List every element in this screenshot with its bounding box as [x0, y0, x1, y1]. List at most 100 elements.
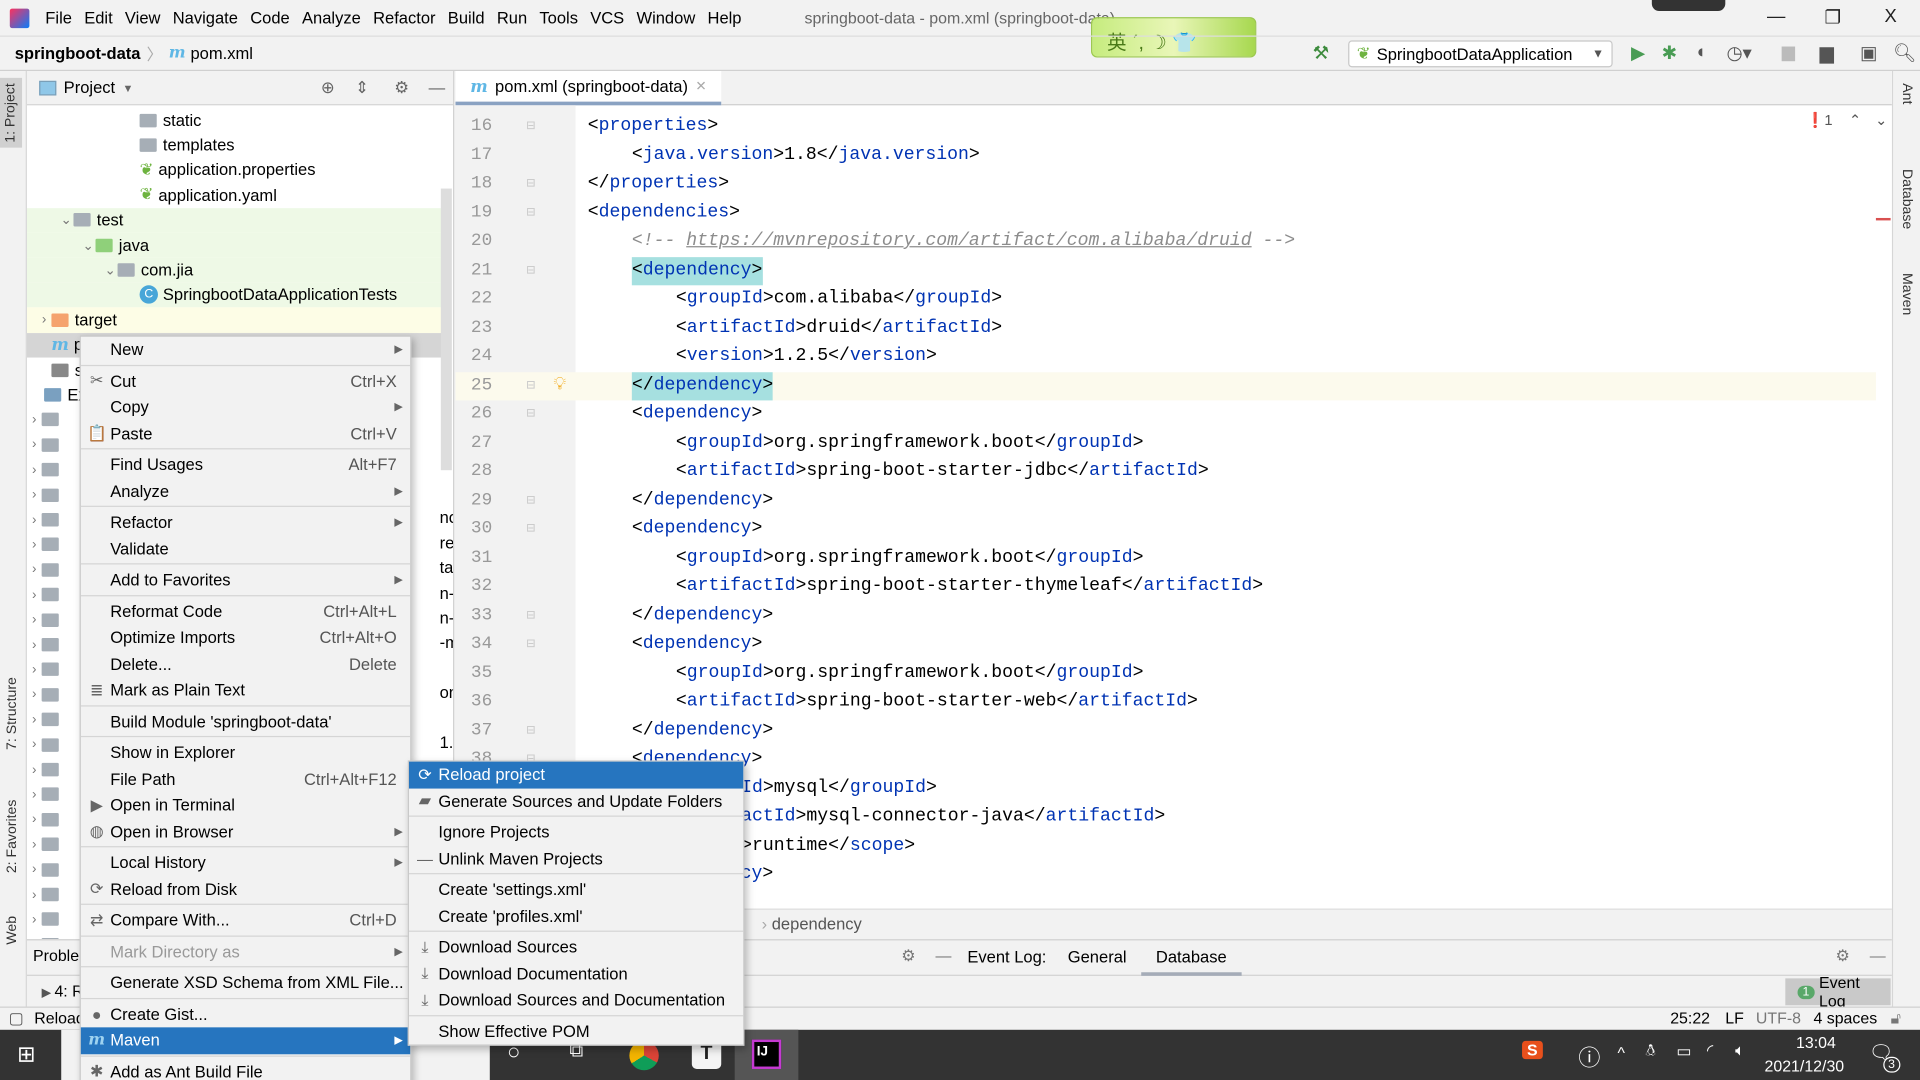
fold-marker-icon[interactable]: ⊟ — [527, 631, 536, 660]
chevron-right-icon[interactable]: › — [37, 313, 52, 328]
fold-marker-icon[interactable]: ⊟ — [527, 602, 536, 631]
profile-icon[interactable]: ◷▾ — [1727, 42, 1752, 64]
chevron-right-icon[interactable]: › — [27, 563, 42, 578]
fold-marker-icon[interactable]: ⊟ — [527, 487, 536, 516]
terminal-window-icon[interactable]: ▣ — [1860, 42, 1877, 64]
status-toggle-icon[interactable]: ▢ — [9, 1009, 24, 1029]
chevron-right-icon[interactable]: › — [27, 712, 42, 727]
hide-icon[interactable]: — — [936, 947, 952, 965]
favorites-tool-button[interactable]: 2: Favorites — [5, 800, 20, 874]
menu-item-cut[interactable]: ✂ Cut Ctrl+X — [81, 368, 410, 394]
menu-item-download-sources[interactable]: ⤓ Download Sources — [409, 934, 743, 960]
code-line[interactable]: 28 <artifactId>spring-boot-starter-jdbc</… — [456, 458, 1876, 487]
chevron-right-icon[interactable]: › — [27, 787, 42, 802]
menu-item-add-to-favorites[interactable]: Add to Favorites ▶ — [81, 567, 410, 593]
intention-bulb-icon[interactable]: 💡︎ — [553, 372, 566, 401]
menu-item-compare-with[interactable]: ⇄ Compare With... Ctrl+D — [81, 907, 410, 933]
menu-item-mark-as-plain-text[interactable]: ≣ Mark as Plain Text — [81, 677, 410, 703]
chevron-right-icon[interactable]: › — [27, 637, 42, 652]
menu-item-ignore-projects[interactable]: Ignore Projects — [409, 819, 743, 845]
menu-item-download-sources-and-documentation[interactable]: ⤓ Download Sources and Documentation — [409, 987, 743, 1013]
locate-icon[interactable]: ⊕ — [321, 78, 335, 98]
chevron-right-icon[interactable]: › — [27, 612, 42, 627]
qq-icon[interactable]: 🐧︎ — [1646, 1041, 1656, 1062]
chevron-right-icon[interactable]: › — [27, 912, 42, 927]
menu-item-validate[interactable]: Validate — [81, 536, 410, 562]
database-tool-button[interactable]: Database — [1899, 169, 1914, 229]
fold-marker-icon[interactable]: ⊟ — [527, 113, 536, 142]
menu-build[interactable]: Build — [442, 9, 491, 27]
fold-marker-icon[interactable]: ⊟ — [527, 170, 536, 199]
minimize-button[interactable]: — — [1767, 6, 1785, 27]
hide-icon[interactable]: — — [1870, 947, 1886, 965]
structure-tool-button[interactable]: 7: Structure — [5, 677, 20, 750]
breadcrumb-file[interactable]: pom.xml — [190, 44, 252, 62]
tree-item[interactable]: ❦ application.yaml — [27, 183, 443, 208]
code-line[interactable]: 17 <java.version>1.8</java.version> — [456, 141, 1876, 170]
menu-view[interactable]: View — [119, 9, 167, 27]
chevron-right-icon[interactable]: › — [27, 413, 42, 428]
chevron-right-icon[interactable]: › — [27, 812, 42, 827]
menu-item-reformat-code[interactable]: Reformat Code Ctrl+Alt+L — [81, 598, 410, 624]
menu-item-local-history[interactable]: Local History ▶ — [81, 850, 410, 876]
chevron-right-icon[interactable]: › — [27, 762, 42, 777]
menu-item-show-in-explorer[interactable]: Show in Explorer — [81, 740, 410, 766]
menu-item-download-documentation[interactable]: ⤓ Download Documentation — [409, 961, 743, 987]
tree-item[interactable]: ⌄ test — [26, 207, 444, 233]
restore-button[interactable]: ❐ — [1824, 6, 1840, 28]
coverage-icon[interactable]: ◖ — [1695, 42, 1706, 63]
code-line[interactable]: 25 ⊟ 💡︎ </dependency> — [455, 371, 1876, 401]
code-line[interactable]: 20 <!-- https://mvnrepository.com/artifac… — [456, 228, 1876, 257]
close-tab-icon[interactable]: ✕ — [695, 78, 706, 95]
debug-icon[interactable]: ✱ — [1662, 42, 1677, 64]
next-highlight-icon[interactable]: ⌄ — [1875, 111, 1887, 128]
maven-tool-button[interactable]: Maven — [1899, 273, 1914, 315]
menu-window[interactable]: Window — [630, 9, 701, 27]
tree-item[interactable]: static — [27, 108, 443, 133]
menu-item-unlink-maven-projects[interactable]: — Unlink Maven Projects — [409, 846, 743, 872]
code-line[interactable]: 30 ⊟ <dependency> — [456, 516, 1876, 545]
indent-setting[interactable]: 4 spaces — [1813, 1009, 1877, 1027]
menu-item-add-as-ant-build-file[interactable]: ✱ Add as Ant Build File — [81, 1059, 410, 1080]
event-log-button[interactable]: 1 Event Log — [1785, 973, 1891, 1010]
show-hidden-icons-icon[interactable]: ^ — [1618, 1043, 1625, 1061]
fold-marker-icon[interactable]: ⊟ — [527, 400, 536, 429]
menu-item-copy[interactable]: Copy ▶ — [81, 394, 410, 420]
menu-item-analyze[interactable]: Analyze ▶ — [81, 478, 410, 504]
code-line[interactable]: 31 <groupId>org.springframework.boot</gro… — [456, 544, 1876, 573]
code-line[interactable]: 36 <artifactId>spring-boot-starter-web</a… — [456, 688, 1876, 717]
ant-tool-button[interactable]: Ant — [1899, 83, 1914, 104]
menu-tools[interactable]: Tools — [533, 9, 584, 27]
tree-item[interactable]: ⌄ com.jia — [26, 257, 444, 283]
code-line[interactable]: 27 <groupId>org.springframework.boot</gro… — [456, 429, 1876, 458]
menu-item-paste[interactable]: 📋 Paste Ctrl+V — [81, 421, 410, 447]
menu-item-optimize-imports[interactable]: Optimize Imports Ctrl+Alt+O — [81, 624, 410, 650]
inspection-widget[interactable]: ❗1 ⌃ ⌄ — [1806, 111, 1887, 128]
menu-vcs[interactable]: VCS — [584, 9, 630, 27]
chevron-down-icon[interactable]: ⌄ — [103, 262, 118, 278]
chevron-right-icon[interactable]: › — [27, 662, 42, 677]
chevron-down-icon[interactable]: ▼ — [122, 81, 133, 93]
clock-date[interactable]: 2021/12/30 — [1764, 1057, 1844, 1075]
event-log-tab-database[interactable]: Database — [1141, 940, 1242, 976]
status-message[interactable]: Reload — [34, 1009, 84, 1027]
run-icon[interactable]: ▶ — [1631, 42, 1645, 64]
code-line[interactable]: 33 ⊟ </dependency> — [456, 602, 1876, 631]
menu-item-new[interactable]: New ▶ — [81, 337, 410, 363]
build-hammer-icon[interactable]: ⚒ — [1313, 42, 1329, 64]
menu-item-create-profiles-xml[interactable]: Create 'profiles.xml' — [409, 903, 743, 929]
menu-item-find-usages[interactable]: Find Usages Alt+F7 — [81, 452, 410, 478]
menu-item-build-module-springboot-data[interactable]: Build Module 'springboot-data' — [81, 708, 410, 734]
fold-marker-icon[interactable]: ⊟ — [527, 372, 536, 401]
code-line[interactable]: 37 ⊟ </dependency> — [456, 717, 1876, 746]
file-encoding[interactable]: UTF-8 — [1756, 1009, 1801, 1027]
fold-marker-icon[interactable]: ⊟ — [527, 516, 536, 545]
menu-refactor[interactable]: Refactor — [367, 9, 442, 27]
chevron-right-icon[interactable]: › — [27, 837, 42, 852]
menu-item-reload-project[interactable]: ⟳ Reload project — [408, 761, 744, 788]
chevron-right-icon[interactable]: › — [27, 737, 42, 752]
lock-icon[interactable]: 🔓︎ — [1891, 1009, 1901, 1029]
code-line[interactable]: 34 ⊟ <dependency> — [456, 631, 1876, 660]
gear-icon[interactable]: ⚙ — [901, 947, 915, 967]
code-line[interactable]: 26 ⊟ <dependency> — [456, 400, 1876, 429]
